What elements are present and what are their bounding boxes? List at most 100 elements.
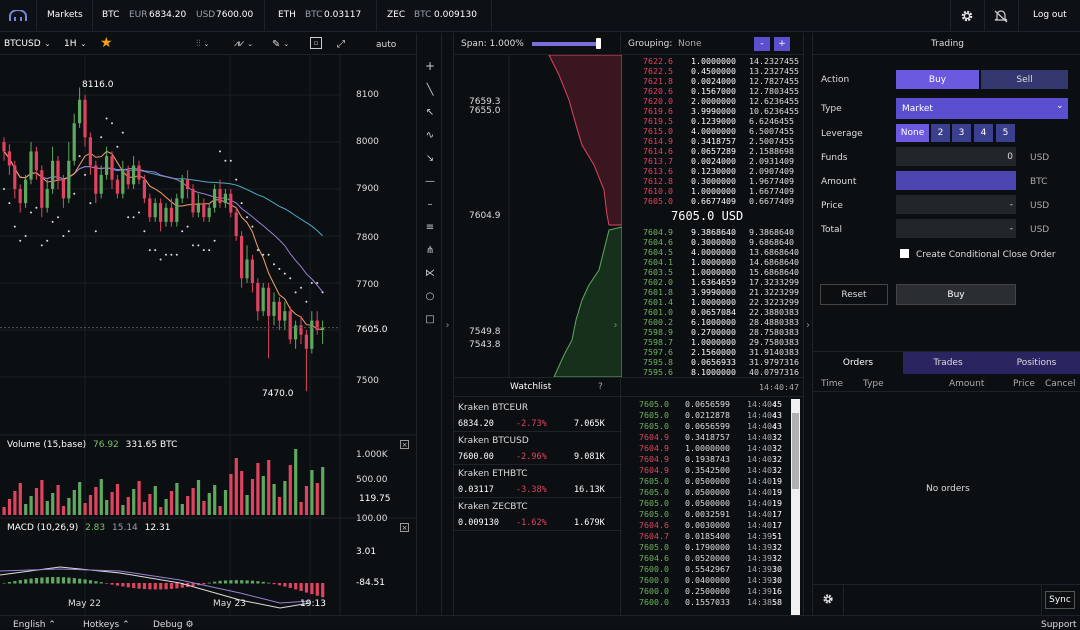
bid-row[interactable]: 7601.0 0.0657084 22.3880383 [621, 307, 803, 317]
ticker-btc[interactable]: BTC EUR 6834.20 USD 7600.00 [92, 0, 264, 32]
grouping-decrease-button[interactable]: - [754, 37, 770, 51]
collapse-left-icon[interactable] [423, 318, 437, 332]
ask-row[interactable]: 7610.0 1.0000000 1.6677409 [621, 186, 803, 196]
auto-scale-toggle[interactable]: auto [376, 40, 396, 50]
ask-row[interactable]: 7621.8 0.0024000 12.7827455 [621, 76, 803, 86]
ask-row[interactable]: 7619.5 0.1239000 6.6246455 [621, 116, 803, 126]
buy-tab[interactable]: Buy [896, 70, 979, 89]
ask-row[interactable]: 7614.6 0.0657289 2.1588698 [621, 146, 803, 156]
help-icon[interactable]: ? [598, 382, 603, 392]
tab-orders[interactable]: Orders [813, 352, 903, 374]
ask-row[interactable]: 7614.9 0.3418757 2.5007455 [621, 136, 803, 146]
span-slider[interactable] [532, 42, 600, 46]
tab-positions[interactable]: Positions [993, 352, 1080, 374]
crosshair-icon[interactable]: + [423, 59, 437, 73]
screenshot-icon[interactable]: ▫ [310, 37, 322, 49]
circle-tool-icon[interactable]: ○ [423, 289, 437, 303]
ask-row[interactable]: 7605.0 0.6677409 0.6677409 [621, 196, 803, 206]
debug-menu[interactable]: Debug ⚙ [153, 620, 194, 630]
bid-row[interactable]: 7600.2 6.1000000 28.4880383 [621, 317, 803, 327]
bid-row[interactable]: 7601.4 1.0000000 22.3223299 [621, 297, 803, 307]
bid-row[interactable]: 7601.8 3.9990000 21.3223299 [621, 287, 803, 297]
ask-row[interactable]: 7622.5 0.4500000 13.2327455 [621, 66, 803, 76]
column-time[interactable]: Time [821, 379, 843, 389]
horizontal-line-icon[interactable]: — [423, 174, 437, 188]
bid-row[interactable]: 7598.9 0.2700000 28.7580383 [621, 327, 803, 337]
bid-row[interactable]: 7595.8 0.0656933 31.9797316 [621, 357, 803, 367]
bid-row[interactable]: 7595.6 8.1000000 40.0797316 [621, 367, 803, 377]
pair-select[interactable]: BTCUSD ⌄ [4, 37, 51, 51]
watchlist-item[interactable]: Kraken BTCEUR 6834.20 -2.73% 7.065K [454, 399, 622, 432]
watchlist-item[interactable]: Kraken BTCUSD 7600.00 -2.96% 9.081K [454, 432, 622, 465]
logout-button[interactable]: Log out [1033, 10, 1067, 20]
gear-icon[interactable] [960, 9, 974, 23]
ticker-zec[interactable]: ZEC BTC 0.009130 [376, 0, 491, 32]
close-volume-icon[interactable]: × [400, 440, 409, 449]
column-amount[interactable]: Amount [949, 379, 984, 389]
order-type-select[interactable]: Market ⌄ [896, 98, 1068, 119]
notifications-off-icon[interactable] [993, 9, 1009, 23]
ask-row[interactable]: 7620.0 2.0000000 12.6236455 [621, 96, 803, 106]
horizontal-ray-icon[interactable]: – [423, 197, 437, 211]
indicators-icon[interactable]: ⩘⩗ ⌄ [234, 37, 253, 51]
bid-row[interactable]: 7602.0 1.6364659 17.3233299 [621, 277, 803, 287]
ask-row[interactable]: 7613.7 0.0024000 2.0931409 [621, 156, 803, 166]
arrow-icon[interactable]: ↘ [423, 151, 437, 165]
reset-button[interactable]: Reset [820, 284, 888, 305]
gear-icon[interactable] [822, 593, 834, 605]
amount-input[interactable] [896, 171, 1016, 190]
trades-scrollbar-thumb[interactable] [792, 413, 799, 489]
conditional-close-checkbox[interactable] [900, 249, 909, 258]
curve-icon[interactable]: ∿ [423, 128, 437, 142]
bid-row[interactable]: 7604.5 4.0000000 13.6868640 [621, 247, 803, 257]
ask-row[interactable]: 7619.6 3.9990000 10.6236455 [621, 106, 803, 116]
price-input[interactable]: - [896, 195, 1016, 214]
ask-row[interactable]: 7622.6 1.0000000 14.2327455 [621, 56, 803, 66]
collapse-chevron-icon[interactable]: › [442, 318, 453, 332]
sync-button[interactable]: Sync [1045, 591, 1075, 609]
ask-row[interactable]: 7615.0 4.0000000 6.5007455 [621, 126, 803, 136]
bid-row[interactable]: 7604.9 9.3868640 9.3868640 [621, 227, 803, 237]
ask-row[interactable]: 7612.8 0.3000000 1.9677409 [621, 176, 803, 186]
fullscreen-icon[interactable]: ⤢ [337, 37, 345, 51]
sell-tab[interactable]: Sell [981, 70, 1068, 89]
column-cancel[interactable]: Cancel [1045, 379, 1076, 389]
draw-pencil-icon[interactable]: ✎ ⌄ [272, 37, 289, 51]
leverage-3-button[interactable]: 3 [952, 124, 971, 142]
bid-row[interactable]: 7598.7 1.0000000 29.7580383 [621, 337, 803, 347]
chart-type-candles-icon[interactable]: ⫶⫶ ⌄ [196, 37, 209, 51]
leverage-2-button[interactable]: 2 [931, 124, 950, 142]
markets-link[interactable]: Markets [47, 10, 83, 20]
interval-select[interactable]: 1H ⌄ [64, 37, 86, 51]
ask-row[interactable]: 7620.6 0.1567000 12.7803455 [621, 86, 803, 96]
ray-icon[interactable]: ↖ [423, 105, 437, 119]
kraken-logo-icon[interactable] [9, 10, 27, 22]
pitchfork-icon[interactable]: ⋔ [423, 243, 437, 257]
fan-icon[interactable]: ⋉ [423, 266, 437, 280]
trend-line-icon[interactable]: ╲ [423, 82, 437, 96]
watchlist-item[interactable]: Kraken ETHBTC 0.03117 -3.38% 16.13K [454, 465, 622, 498]
leverage-4-button[interactable]: 4 [974, 124, 993, 142]
favorite-star-icon[interactable]: ★ [100, 35, 113, 51]
grouping-increase-button[interactable]: + [774, 37, 790, 51]
collapse-chevron-icon[interactable]: › [610, 318, 621, 332]
bid-row[interactable]: 7604.6 0.3000000 9.6868640 [621, 237, 803, 247]
column-type[interactable]: Type [863, 379, 884, 389]
watchlist-item[interactable]: Kraken ZECBTC 0.009130 -1.62% 1.679K [454, 498, 622, 531]
bid-row[interactable]: 7604.1 1.0000000 14.6868640 [621, 257, 803, 267]
tab-trades[interactable]: Trades [903, 352, 993, 374]
ticker-eth[interactable]: ETH BTC 0.03117 [264, 0, 376, 32]
leverage-none-button[interactable]: None [896, 124, 929, 142]
bid-row[interactable]: 7603.5 1.0000000 15.6868640 [621, 267, 803, 277]
bid-row[interactable]: 7597.6 2.1560000 31.9140383 [621, 347, 803, 357]
fib-levels-icon[interactable]: ≡ [423, 220, 437, 234]
hotkeys-menu[interactable]: Hotkeys ⌃ [83, 620, 130, 630]
submit-buy-button[interactable]: Buy [896, 284, 1016, 305]
total-input[interactable]: - [896, 219, 1016, 238]
close-macd-icon[interactable]: × [400, 523, 409, 532]
support-link[interactable]: Support [1041, 620, 1077, 630]
collapse-chevron-icon[interactable]: › [803, 318, 813, 332]
column-price[interactable]: Price [1013, 379, 1035, 389]
language-select[interactable]: English ⌃ [13, 620, 56, 630]
span-slider-handle[interactable] [596, 38, 601, 49]
